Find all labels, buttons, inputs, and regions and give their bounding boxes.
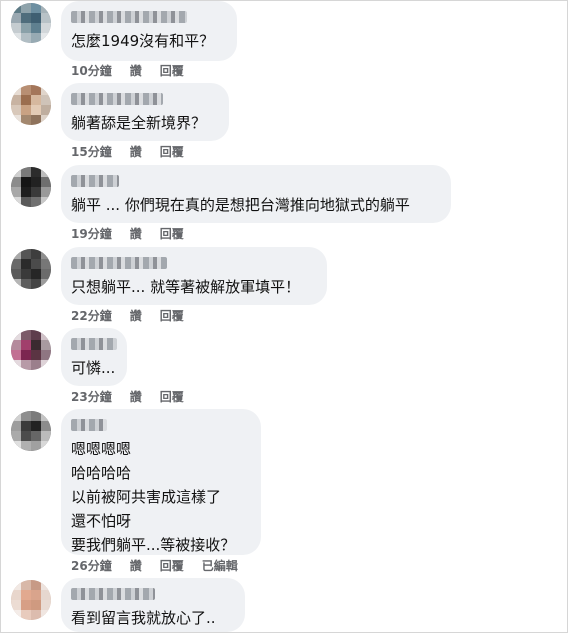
comment-timestamp[interactable]: 10分鐘 [71,62,112,79]
reply-button[interactable]: 回覆 [160,388,184,405]
comment-actions: 26分鐘 讚 回覆 已編輯 [71,556,238,574]
like-button[interactable]: 讚 [130,307,142,324]
comment-text: 看到留言我就放心了.. [71,609,216,627]
comment-timestamp[interactable]: 26分鐘 [71,557,112,574]
commenter-name-pixelated[interactable] [71,419,107,431]
comment-text: 躺著舔是全新境界？ [71,114,207,132]
comment-timestamp[interactable]: 15分鐘 [71,143,112,160]
avatar[interactable] [11,249,51,289]
reply-button[interactable]: 回覆 [160,143,184,160]
commenter-name-pixelated[interactable] [71,93,163,105]
reply-button[interactable]: 回覆 [160,557,184,574]
avatar[interactable] [11,167,51,207]
comment-text: 只想躺平... 就等著被解放軍填平！ [71,278,301,296]
comment-bubble: 怎麼1949沒有和平？ [61,1,237,61]
avatar[interactable] [11,330,51,370]
like-button[interactable]: 讚 [130,557,142,574]
avatar[interactable] [11,3,51,43]
avatar[interactable] [11,85,51,125]
like-button[interactable]: 讚 [130,225,142,242]
commenter-name-pixelated[interactable] [71,257,167,269]
like-button[interactable]: 讚 [130,62,142,79]
like-button[interactable]: 讚 [130,143,142,160]
comment-bubble: 可憐... [61,328,127,386]
commenter-name-pixelated[interactable] [71,11,187,23]
avatar[interactable] [11,580,51,620]
comment-actions: 15分鐘 讚 回覆 [71,142,184,160]
avatar[interactable] [11,411,51,451]
comment-timestamp[interactable]: 19分鐘 [71,225,112,242]
commenter-name-pixelated[interactable] [71,588,155,600]
comment-actions: 10分鐘 讚 回覆 [71,61,184,79]
comment-text: 怎麼1949沒有和平？ [71,32,215,50]
comment-thread: 怎麼1949沒有和平？ 10分鐘 讚 回覆 躺著舔是全新境界？ 15分鐘 讚 回… [0,0,568,633]
comment-timestamp[interactable]: 22分鐘 [71,307,112,324]
reply-button[interactable]: 回覆 [160,225,184,242]
comment-bubble: 看到留言我就放心了.. [61,578,245,632]
reply-button[interactable]: 回覆 [160,307,184,324]
commenter-name-pixelated[interactable] [71,175,119,187]
comment-actions: 19分鐘 讚 回覆 [71,224,184,242]
comment-bubble: 只想躺平... 就等著被解放軍填平！ [61,247,327,305]
comment-text: 可憐... [71,359,116,377]
like-button[interactable]: 讚 [130,388,142,405]
comment-bubble: 躺著舔是全新境界？ [61,83,229,141]
comment-bubble: 躺平 ... 你們現在真的是想把台灣推向地獄式的躺平 [61,165,451,223]
comment-actions: 22分鐘 讚 回覆 [71,306,184,324]
comment-text: 嗯嗯嗯嗯 哈哈哈哈 以前被阿共害成這樣了 還不怕呀 要我們躺平...等被接收？ [71,440,236,554]
comment-timestamp[interactable]: 23分鐘 [71,388,112,405]
commenter-name-pixelated[interactable] [71,338,117,350]
comment-bubble: 嗯嗯嗯嗯 哈哈哈哈 以前被阿共害成這樣了 還不怕呀 要我們躺平...等被接收？ [61,409,261,555]
comment-text: 躺平 ... 你們現在真的是想把台灣推向地獄式的躺平 [71,196,410,214]
reply-button[interactable]: 回覆 [160,62,184,79]
edited-label[interactable]: 已編輯 [202,557,238,574]
comment-actions: 23分鐘 讚 回覆 [71,387,184,405]
